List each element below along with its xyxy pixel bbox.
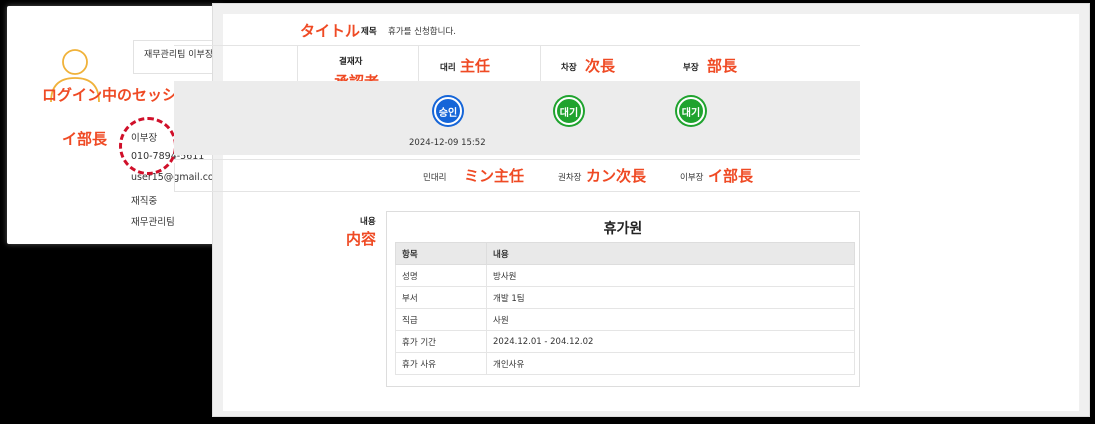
document-title: 휴가원: [603, 221, 643, 237]
row-label: 부서: [395, 286, 487, 309]
row-value: 개인사유: [486, 352, 855, 375]
column-header-item: 항목: [395, 242, 487, 265]
table-row: 휴가 사유 개인사유: [395, 352, 855, 375]
approver-2-name: 권차장: [558, 173, 582, 183]
approver-2-role: 차장: [561, 63, 577, 73]
status-text: 재직중: [131, 196, 158, 207]
approver-3-name: 이부장: [680, 173, 704, 183]
table-row: 부서 개발 1팀: [395, 286, 855, 309]
row-label: 성명: [395, 264, 487, 287]
annotation-title: タイトル: [300, 22, 361, 40]
row-value: 개발 1팀: [486, 286, 855, 309]
approver-3-role: 부장: [683, 63, 699, 73]
leave-request-document: 휴가원 항목 내용 성명 방사원 부서 개발 1팀 직급 사원 휴가 기간 2024.1…: [386, 211, 860, 387]
table-header-row: 항목 내용: [395, 242, 855, 265]
row-label: 휴가 사유: [395, 352, 487, 375]
row-label: 휴가 기간: [395, 330, 487, 353]
title-value: 휴가를 신청합니다.: [388, 27, 456, 37]
highlight-circle: [119, 117, 177, 175]
annotation-chajang: 次長: [585, 57, 616, 75]
column-header-content: 내용: [486, 242, 855, 265]
content-label: 내용: [360, 217, 376, 227]
row-value: 사원: [486, 308, 855, 331]
annotation-bujang: 部長: [707, 57, 738, 75]
table-row: 휴가 기간 2024.12.01 - 204.12.02: [395, 330, 855, 353]
annotation-min-daeri: ミン主任: [464, 167, 525, 185]
title-label: 제목: [361, 27, 377, 37]
approval-stamp-row: [174, 81, 860, 155]
approver-1-role: 대리: [440, 63, 456, 73]
approved-stamp: 승인: [434, 97, 462, 125]
annotation-content: 内容: [346, 230, 377, 248]
row-value: 방사원: [486, 264, 855, 287]
pending-stamp-3: 대기: [677, 97, 705, 125]
annotation-daeri: 主任: [460, 57, 491, 75]
row-label: 직급: [395, 308, 487, 331]
document-table: 항목 내용 성명 방사원 부서 개발 1팀 직급 사원 휴가 기간 2024.12.01…: [395, 242, 855, 375]
approval-date: 2024-12-09 15:52: [409, 138, 486, 148]
table-row: 성명 방사원: [395, 264, 855, 287]
pending-stamp-2: 대기: [555, 97, 583, 125]
approver-1-name: 민대리: [423, 173, 447, 183]
row-value: 2024.12.01 - 204.12.02: [486, 330, 855, 353]
table-row: 직급 사원: [395, 308, 855, 331]
team-text: 재무관리팀: [131, 217, 175, 228]
annotation-lee-bucho: イ部長: [62, 130, 108, 148]
annotation-kwon-chajang: カン次長: [586, 167, 647, 185]
annotation-lee-bujang: イ部長: [708, 167, 754, 185]
